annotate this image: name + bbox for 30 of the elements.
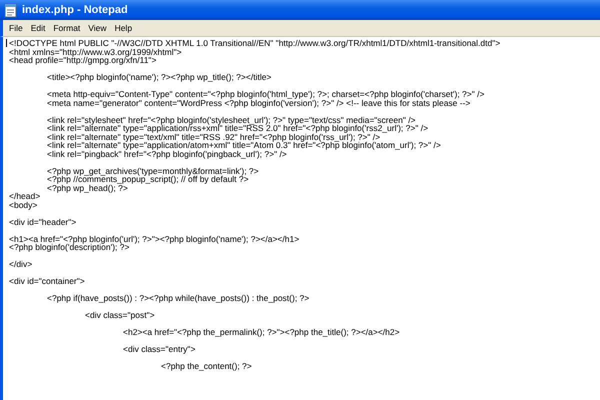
code-line: <?php wp_get_archives('type=monthly&format=link'); ?> [46,166,259,176]
code-line: <h1><a href="<?php bloginfo('url'); ?>"><?php bloginfo('name'); ?></a></h1> [9,234,300,244]
code-line: <div class="post"> [84,310,155,320]
code-line: </div> [9,259,32,269]
text-cursor [6,39,7,47]
menu-item[interactable]: Format [49,23,84,33]
code-line: <link rel="alternate" type="text/xml" title="RSS .92" href="<?php bloginfo('rss_url'); ?>" /> [46,132,380,142]
code-line: <div id="container"> [9,276,85,286]
menu-item[interactable]: View [84,23,111,33]
code-line: <html xmlns="http://www.w3.org/1999/xhtml"> [9,46,182,56]
code-line: <div class="entry"> [122,344,196,354]
code-line: <?php the_content(); ?> [160,361,252,371]
code-line: </head> [9,191,40,201]
notepad-icon [4,2,18,18]
code-line: <?php if(have_posts()) : ?><?php while(have_posts()) : the_post(); ?> [46,293,310,303]
code-line: <title><?php bloginfo('name'); ?><?php wp_title(); ?></title> [46,72,272,82]
code-line: <head profile="http://gmpg.org/xfn/11"> [9,55,156,65]
code-line: <h2><a href="<?php the_permalink(); ?>"><?php the_title(); ?></a></h2> [122,327,400,337]
code-line: <meta http-equiv="Content-Type" content="<?php bloginfo('html_type'); ?>; charset=<?php bloginfo('charset'); ?>" /> [46,89,484,99]
window-title: index.php - Notepad [22,4,128,16]
code-line: <div id="header"> [9,216,76,226]
code-line: <!DOCTYPE html PUBLIC "-//W3C//DTD XHTML 1.0 Transitional//EN" "http://www.w3.org/TR/xhtml1/DTD/xhtml1-transitional.dtd"> [9,38,500,48]
code-line: <?php wp_head(); ?> [46,182,128,192]
code-line: <body> [9,200,38,210]
code-line: <link rel="pingback" href="<?php bloginfo('pingback_url'); ?>" /> [46,148,287,158]
code-line: <link rel="stylesheet" href="<?php bloginfo('stylesheet_url'); ?>" type="text/css" media="screen" /> [46,114,416,124]
menu-item[interactable]: File [5,23,27,33]
menu-item[interactable]: Help [110,23,136,33]
menu-item[interactable]: Edit [26,23,50,33]
code-line: <meta name="generator" content="WordPress <?php bloginfo('version'); ?>" /> <!-- leave this for stats please --> [46,98,470,108]
